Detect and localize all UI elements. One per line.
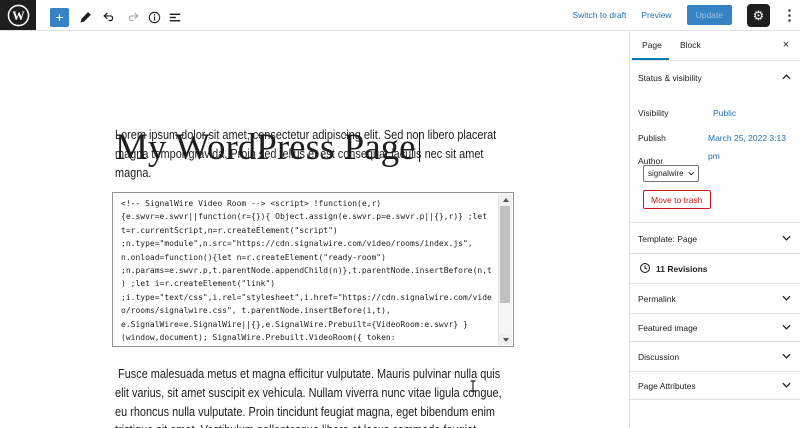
panel-revisions[interactable]: 11 Revisions	[630, 253, 800, 283]
list-view-icon	[168, 11, 182, 24]
publish-date-link[interactable]: March 25, 2022 3:13 pm	[708, 128, 800, 164]
paragraph-block-1[interactable]: Lorem ipsum dolor sit amet, consectetur …	[115, 126, 569, 182]
paragraph-line: magna tempor gravida. Proin sed tellus e…	[115, 145, 496, 164]
code-line: o/rooms/signalwire.css", t.parentNode.in…	[121, 304, 499, 317]
chevron-down-icon	[782, 295, 791, 301]
undo-button[interactable]	[98, 8, 120, 27]
update-button[interactable]: Update	[687, 5, 732, 25]
code-line: ) ;let i=r.createElement("link")	[121, 277, 499, 290]
panel-permalink[interactable]: Permalink	[630, 283, 800, 313]
preview-button[interactable]: Preview	[641, 10, 671, 20]
author-select[interactable]: signalwire	[643, 165, 699, 182]
scroll-down-arrow-icon[interactable]	[499, 334, 512, 345]
code-line: ;n.type="module",n.src="https://cdn.sign…	[121, 237, 499, 250]
panel-title: Discussion	[638, 352, 679, 362]
chevron-down-icon	[782, 382, 791, 388]
code-line: ;n.params=e.swvr.p,t.parentNode.appendCh…	[121, 264, 499, 277]
list-view-button[interactable]	[164, 8, 186, 27]
panel-discussion[interactable]: Discussion	[630, 341, 800, 371]
panel-title: Featured image	[638, 323, 698, 333]
gear-icon: ⚙	[753, 8, 765, 23]
code-line: <!-- SignalWire Video Room --> <script> …	[121, 197, 499, 210]
author-select-value: signalwire	[648, 169, 684, 178]
add-block-button[interactable]: +	[50, 8, 69, 27]
chevron-down-icon	[782, 235, 791, 241]
editor-canvas: My WordPress Page Lorem ipsum dolor sit …	[0, 31, 627, 428]
paragraph-line: magna.	[115, 164, 496, 183]
code-line: (window,document); SignalWire.Prebuilt.V…	[121, 331, 499, 344]
revisions-count-label: 11 Revisions	[656, 264, 708, 274]
options-menu-button[interactable]	[785, 8, 794, 23]
code-content: <!-- SignalWire Video Room --> <script> …	[121, 197, 499, 346]
settings-button[interactable]: ⚙	[747, 4, 770, 27]
visibility-value-link[interactable]: Public	[713, 103, 736, 121]
kebab-icon	[787, 8, 792, 23]
tab-block[interactable]: Block	[680, 31, 701, 60]
visibility-label: Visibility	[638, 103, 669, 121]
panel-status-visibility[interactable]: Status & visibility	[630, 61, 800, 93]
redo-icon	[126, 11, 140, 24]
tab-page[interactable]: Page	[642, 31, 662, 60]
undo-icon	[102, 11, 116, 24]
code-textarea[interactable]: <!-- SignalWire Video Room --> <script> …	[112, 192, 514, 347]
redo-button[interactable]	[122, 8, 144, 27]
paragraph-line: Lorem ipsum dolor sit amet, consectetur …	[115, 126, 496, 145]
code-line: {e.swvr=e.swvr||function(r={}){ Object.a…	[121, 210, 499, 223]
scroll-up-arrow-icon[interactable]	[499, 194, 512, 205]
paragraph-line: eu rhoncus nulla vulputate. Proin tincid…	[115, 403, 502, 422]
switch-to-draft-button[interactable]: Switch to draft	[572, 10, 626, 20]
chevron-down-icon	[782, 324, 791, 330]
details-button[interactable]	[143, 8, 165, 27]
publish-label: Publish	[638, 128, 666, 146]
paragraph-line: tristique sit amet. Vestibulum pellentes…	[115, 421, 502, 428]
panel-template[interactable]: Template: Page	[630, 223, 800, 253]
paragraph-line: Fusce malesuada metus et magna efficitur…	[115, 365, 502, 384]
panel-title: Template: Page	[638, 234, 697, 244]
scrollbar-thumb[interactable]	[500, 206, 510, 303]
code-line: n.onload=function(){let n=r.createElemen…	[121, 251, 499, 264]
code-scrollbar[interactable]	[498, 194, 512, 345]
revisions-clock-icon	[639, 262, 651, 274]
code-line: ;i.type="text/css",i.rel="stylesheet",i.…	[121, 291, 499, 304]
plus-icon: +	[55, 9, 63, 25]
pencil-icon	[79, 11, 92, 24]
mouse-ibeam-cursor	[469, 380, 477, 392]
code-line: 'eyJ0eXAiOiJKV1QiLCJhbGciOiJIUzI1NiJ9...…	[121, 344, 499, 346]
panel-featured-image[interactable]: Featured image	[630, 313, 800, 341]
panel-title: Permalink	[638, 294, 676, 304]
paragraph-line: elit varius, sit amet suscipit ex vehicu…	[115, 384, 502, 403]
chevron-down-icon	[782, 353, 791, 359]
tools-button[interactable]	[74, 8, 96, 27]
panel-title: Page Attributes	[638, 381, 696, 391]
svg-text:W: W	[12, 8, 25, 22]
wordpress-logo-button[interactable]: W	[0, 0, 36, 30]
panel-title: Status & visibility	[638, 73, 702, 83]
code-line: t=r.currentScript,n=r.createElement("scr…	[121, 224, 499, 237]
close-icon[interactable]: ×	[778, 37, 794, 53]
paragraph-block-2[interactable]: Fusce malesuada metus et magna efficitur…	[115, 365, 575, 428]
code-line: e.SignalWire=e.SignalWire||{},e.SignalWi…	[121, 318, 499, 331]
editor-top-bar: W + Switch	[0, 0, 800, 31]
chevron-down-icon	[688, 171, 694, 176]
chevron-up-icon	[782, 74, 791, 80]
wordpress-logo-icon: W	[7, 4, 30, 27]
settings-sidebar: Page Block × Status & visibility Visibil…	[629, 31, 800, 428]
panel-page-attributes[interactable]: Page Attributes	[630, 371, 800, 399]
info-icon	[148, 11, 161, 24]
move-to-trash-button[interactable]: Move to trash	[643, 190, 711, 209]
